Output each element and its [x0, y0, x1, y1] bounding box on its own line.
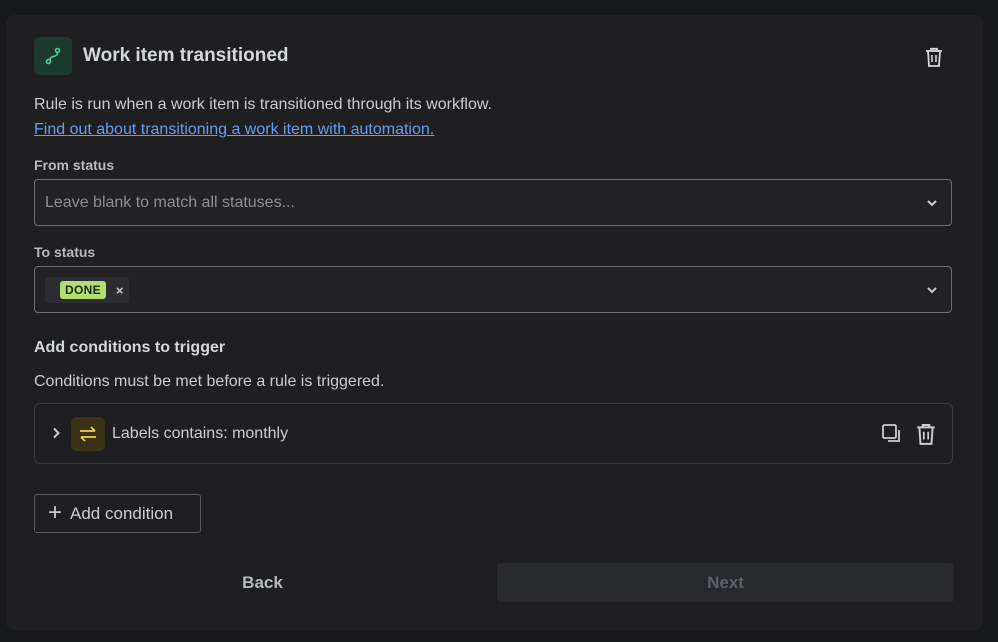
- remove-chip-button[interactable]: ×: [116, 283, 124, 298]
- conditions-description: Conditions must be met before a rule is …: [34, 373, 385, 390]
- to-status-select[interactable]: DONE ×: [34, 266, 952, 313]
- to-status-label: To status: [34, 244, 96, 260]
- trash-icon: [926, 47, 942, 67]
- from-status-label: From status: [34, 157, 115, 173]
- add-condition-button[interactable]: + Add condition: [34, 494, 201, 533]
- trigger-header: Work item transitioned: [34, 36, 289, 76]
- trigger-title: Work item transitioned: [83, 45, 289, 66]
- chevron-down-icon: [927, 200, 937, 207]
- delete-trigger-button[interactable]: [921, 44, 947, 70]
- condition-text: Labels contains: monthly: [112, 425, 289, 442]
- transition-icon: [34, 37, 72, 75]
- next-button[interactable]: Next: [497, 563, 954, 602]
- from-status-select[interactable]: Leave blank to match all statuses...: [34, 179, 952, 226]
- help-link[interactable]: Find out about transitioning a work item…: [34, 121, 434, 139]
- done-lozenge: DONE: [60, 281, 106, 299]
- trash-icon[interactable]: [915, 423, 937, 445]
- status-chip: DONE ×: [45, 277, 130, 303]
- add-condition-label: Add condition: [70, 503, 174, 523]
- from-status-placeholder: Leave blank to match all statuses...: [45, 194, 295, 211]
- copy-icon[interactable]: [881, 423, 903, 445]
- rule-trigger-panel: Work item transitioned Rule is run when …: [6, 15, 983, 630]
- plus-icon: +: [48, 498, 63, 526]
- chevron-right-icon[interactable]: [49, 426, 63, 440]
- condition-row[interactable]: Labels contains: monthly: [34, 403, 953, 464]
- trigger-description: Rule is run when a work item is transiti…: [34, 96, 492, 113]
- back-button[interactable]: Back: [34, 563, 491, 602]
- conditions-title: Add conditions to trigger: [34, 339, 226, 356]
- chevron-down-icon: [927, 287, 937, 294]
- swap-arrows-icon: [71, 417, 105, 451]
